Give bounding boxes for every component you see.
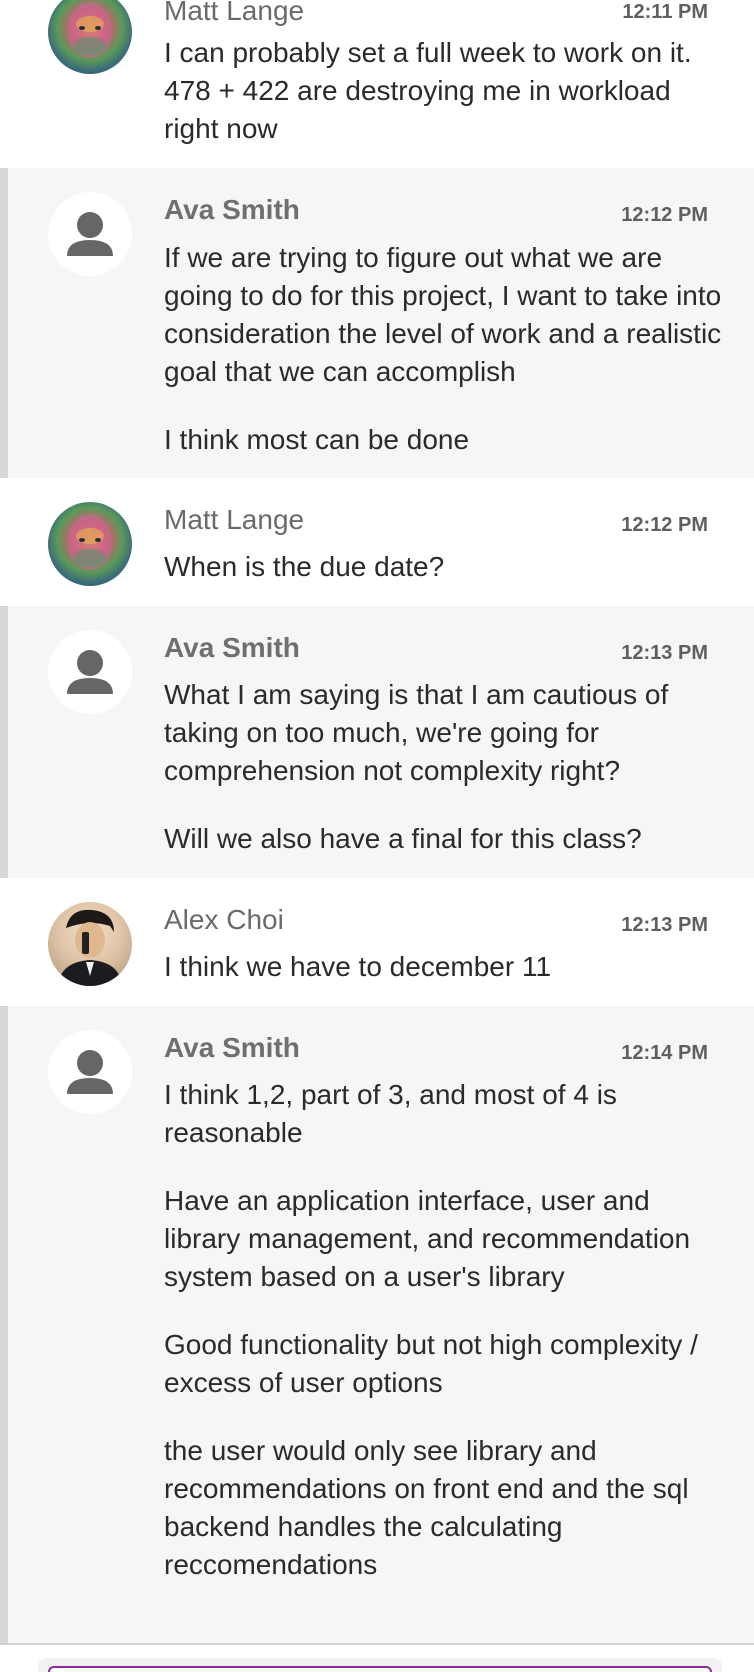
chat-message[interactable]: Matt Lange 12:12 PM When is the due date… bbox=[0, 478, 754, 606]
message-body: When is the due date? bbox=[164, 548, 724, 586]
message-time: 12:14 PM bbox=[621, 1042, 708, 1064]
person-icon bbox=[67, 1050, 113, 1094]
chat-message[interactable]: Ava Smith 12:12 PM If we are trying to f… bbox=[0, 168, 754, 478]
message-paragraph: If we are trying to figure out what we a… bbox=[164, 242, 722, 387]
message-paragraph: I think most can be done bbox=[164, 424, 470, 455]
sender-name: Matt Lange bbox=[164, 0, 305, 26]
face-photo-icon bbox=[68, 2, 112, 58]
message-paragraph: When is the due date? bbox=[164, 551, 445, 582]
message-input[interactable] bbox=[48, 1666, 712, 1672]
message-paragraph: I can probably set a full week to work o… bbox=[164, 37, 692, 144]
default-user-avatar[interactable] bbox=[48, 1030, 132, 1114]
message-paragraph: Have an application interface, user and … bbox=[164, 1185, 691, 1292]
composer-divider bbox=[0, 1643, 754, 1645]
default-user-avatar[interactable] bbox=[48, 192, 132, 276]
message-time: 12:11 PM bbox=[622, 1, 708, 23]
message-time: 12:13 PM bbox=[621, 914, 708, 936]
face-photo-icon bbox=[68, 514, 112, 570]
message-paragraph: What I am saying is that I am cautious o… bbox=[164, 679, 669, 786]
message-body: I think 1,2, part of 3, and most of 4 is… bbox=[164, 1076, 724, 1584]
message-body: If we are trying to figure out what we a… bbox=[164, 239, 724, 459]
message-body: I think we have to december 11 bbox=[164, 948, 724, 986]
message-paragraph: the user would only see library and reco… bbox=[164, 1435, 689, 1580]
message-body: I can probably set a full week to work o… bbox=[164, 34, 724, 148]
person-icon bbox=[67, 212, 113, 256]
composer-area bbox=[38, 1658, 722, 1672]
alex-choi-avatar[interactable] bbox=[48, 902, 132, 986]
message-body: What I am saying is that I am cautious o… bbox=[164, 676, 724, 858]
message-paragraph: I think 1,2, part of 3, and most of 4 is… bbox=[164, 1079, 617, 1148]
sender-name: Ava Smith bbox=[164, 1032, 300, 1063]
message-time: 12:12 PM bbox=[621, 204, 708, 226]
chat-screen: Matt Lange 12:11 PM I can probably set a… bbox=[0, 0, 754, 1672]
message-paragraph: I think we have to december 11 bbox=[164, 951, 552, 982]
message-time: 12:13 PM bbox=[621, 642, 708, 664]
chat-message[interactable]: Ava Smith 12:14 PM I think 1,2, part of … bbox=[0, 1006, 754, 1643]
face-photo-icon bbox=[58, 909, 122, 986]
message-time: 12:12 PM bbox=[621, 514, 708, 536]
chat-message[interactable]: Ava Smith 12:13 PM What I am saying is t… bbox=[0, 606, 754, 878]
sender-name: Matt Lange bbox=[164, 504, 305, 535]
matt-lange-avatar[interactable] bbox=[48, 502, 132, 586]
sender-name: Alex Choi bbox=[164, 904, 284, 935]
message-paragraph: Will we also have a final for this class… bbox=[164, 823, 642, 854]
sender-name: Ava Smith bbox=[164, 194, 300, 225]
default-user-avatar[interactable] bbox=[48, 630, 132, 714]
chat-message[interactable]: Alex Choi 12:13 PM I think we have to de… bbox=[0, 878, 754, 1006]
matt-lange-avatar[interactable] bbox=[48, 0, 132, 74]
chat-message[interactable]: Matt Lange 12:11 PM I can probably set a… bbox=[0, 0, 754, 168]
message-paragraph: Good functionality but not high complexi… bbox=[164, 1329, 698, 1398]
sender-name: Ava Smith bbox=[164, 632, 300, 663]
person-icon bbox=[67, 650, 113, 694]
